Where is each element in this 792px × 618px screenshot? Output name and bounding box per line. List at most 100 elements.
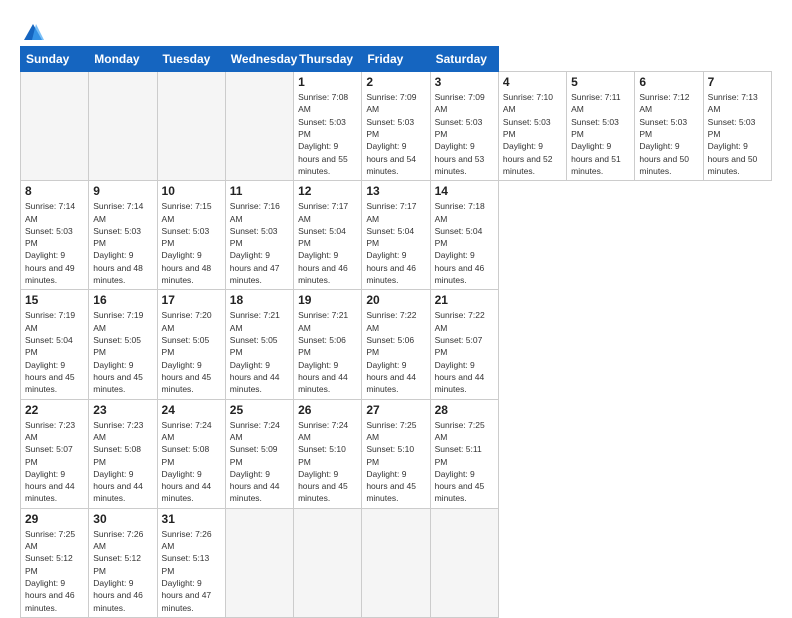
calendar-day-16: 16Sunrise: 7:19 AMSunset: 5:05 PMDayligh… bbox=[89, 290, 157, 399]
calendar-day-25: 25 Sunrise: 7:24 AMSunset: 5:09 PMDayligh… bbox=[225, 399, 293, 508]
calendar-day-empty bbox=[89, 72, 157, 181]
day-number: 19 bbox=[298, 293, 357, 307]
day-number: 22 bbox=[25, 403, 84, 417]
calendar-header-sunday: Sunday bbox=[21, 47, 89, 72]
calendar-day-13: 13 Sunrise: 7:17 AMSunset: 5:04 PMDayligh… bbox=[362, 181, 430, 290]
day-number: 20 bbox=[366, 293, 425, 307]
day-info: Sunrise: 7:25 AMSunset: 5:12 PMDaylight:… bbox=[25, 528, 84, 614]
calendar-header-monday: Monday bbox=[89, 47, 157, 72]
day-number: 23 bbox=[93, 403, 152, 417]
calendar-day-27: 27 Sunrise: 7:25 AMSunset: 5:10 PMDayligh… bbox=[362, 399, 430, 508]
calendar-day-23: 23 Sunrise: 7:23 AMSunset: 5:08 PMDayligh… bbox=[89, 399, 157, 508]
calendar-day-empty bbox=[430, 508, 498, 617]
day-number: 1 bbox=[298, 75, 357, 89]
day-number: 12 bbox=[298, 184, 357, 198]
day-number: 16 bbox=[93, 293, 152, 307]
day-number: 29 bbox=[25, 512, 84, 526]
calendar-day-empty bbox=[225, 72, 293, 181]
day-number: 24 bbox=[162, 403, 221, 417]
day-number: 26 bbox=[298, 403, 357, 417]
day-number: 2 bbox=[366, 75, 425, 89]
calendar-day-6: 6 Sunrise: 7:12 AMSunset: 5:03 PMDaylight… bbox=[635, 72, 703, 181]
calendar-day-empty bbox=[362, 508, 430, 617]
calendar-day-17: 17 Sunrise: 7:20 AMSunset: 5:05 PMDayligh… bbox=[157, 290, 225, 399]
day-number: 7 bbox=[708, 75, 767, 89]
day-number: 14 bbox=[435, 184, 494, 198]
day-number: 18 bbox=[230, 293, 289, 307]
day-info: Sunrise: 7:10 AMSunset: 5:03 PMDaylight:… bbox=[503, 91, 562, 177]
calendar-header-wednesday: Wednesday bbox=[225, 47, 293, 72]
day-number: 25 bbox=[230, 403, 289, 417]
calendar-header-friday: Friday bbox=[362, 47, 430, 72]
calendar-header-saturday: Saturday bbox=[430, 47, 498, 72]
day-number: 13 bbox=[366, 184, 425, 198]
page: SundayMondayTuesdayWednesdayThursdayFrid… bbox=[0, 0, 792, 612]
day-info: Sunrise: 7:23 AMSunset: 5:08 PMDaylight:… bbox=[93, 419, 152, 505]
calendar-day-29: 29 Sunrise: 7:25 AMSunset: 5:12 PMDayligh… bbox=[21, 508, 89, 617]
calendar-header-thursday: Thursday bbox=[294, 47, 362, 72]
day-number: 31 bbox=[162, 512, 221, 526]
day-info: Sunrise: 7:18 AMSunset: 5:04 PMDaylight:… bbox=[435, 200, 494, 286]
calendar-day-7: 7 Sunrise: 7:13 AMSunset: 5:03 PMDaylight… bbox=[703, 72, 771, 181]
day-number: 28 bbox=[435, 403, 494, 417]
day-info: Sunrise: 7:24 AMSunset: 5:09 PMDaylight:… bbox=[230, 419, 289, 505]
calendar-header-row: SundayMondayTuesdayWednesdayThursdayFrid… bbox=[21, 47, 772, 72]
day-info: Sunrise: 7:14 AMSunset: 5:03 PMDaylight:… bbox=[25, 200, 84, 286]
day-info: Sunrise: 7:25 AMSunset: 5:10 PMDaylight:… bbox=[366, 419, 425, 505]
day-info: Sunrise: 7:24 AMSunset: 5:08 PMDaylight:… bbox=[162, 419, 221, 505]
calendar-day-3: 3Sunrise: 7:09 AMSunset: 5:03 PMDaylight… bbox=[430, 72, 498, 181]
day-info: Sunrise: 7:20 AMSunset: 5:05 PMDaylight:… bbox=[162, 309, 221, 395]
calendar-day-22: 22 Sunrise: 7:23 AMSunset: 5:07 PMDayligh… bbox=[21, 399, 89, 508]
day-info: Sunrise: 7:12 AMSunset: 5:03 PMDaylight:… bbox=[639, 91, 698, 177]
calendar-day-12: 12 Sunrise: 7:17 AMSunset: 5:04 PMDayligh… bbox=[294, 181, 362, 290]
calendar-day-21: 21 Sunrise: 7:22 AMSunset: 5:07 PMDayligh… bbox=[430, 290, 498, 399]
day-number: 8 bbox=[25, 184, 84, 198]
day-info: Sunrise: 7:21 AMSunset: 5:06 PMDaylight:… bbox=[298, 309, 357, 395]
day-number: 9 bbox=[93, 184, 152, 198]
day-number: 6 bbox=[639, 75, 698, 89]
day-number: 30 bbox=[93, 512, 152, 526]
day-info: Sunrise: 7:11 AMSunset: 5:03 PMDaylight:… bbox=[571, 91, 630, 177]
day-info: Sunrise: 7:17 AMSunset: 5:04 PMDaylight:… bbox=[298, 200, 357, 286]
day-info: Sunrise: 7:13 AMSunset: 5:03 PMDaylight:… bbox=[708, 91, 767, 177]
calendar-day-9: 9 Sunrise: 7:14 AMSunset: 5:03 PMDaylight… bbox=[89, 181, 157, 290]
day-info: Sunrise: 7:22 AMSunset: 5:07 PMDaylight:… bbox=[435, 309, 494, 395]
calendar-day-8: 8 Sunrise: 7:14 AMSunset: 5:03 PMDaylight… bbox=[21, 181, 89, 290]
calendar-day-empty bbox=[21, 72, 89, 181]
day-number: 17 bbox=[162, 293, 221, 307]
calendar-day-14: 14 Sunrise: 7:18 AMSunset: 5:04 PMDayligh… bbox=[430, 181, 498, 290]
calendar-day-24: 24 Sunrise: 7:24 AMSunset: 5:08 PMDayligh… bbox=[157, 399, 225, 508]
calendar: SundayMondayTuesdayWednesdayThursdayFrid… bbox=[20, 46, 772, 618]
header bbox=[20, 18, 772, 44]
calendar-day-19: 19 Sunrise: 7:21 AMSunset: 5:06 PMDayligh… bbox=[294, 290, 362, 399]
day-number: 3 bbox=[435, 75, 494, 89]
calendar-day-20: 20 Sunrise: 7:22 AMSunset: 5:06 PMDayligh… bbox=[362, 290, 430, 399]
day-info: Sunrise: 7:09 AMSunset: 5:03 PMDaylight:… bbox=[366, 91, 425, 177]
logo-icon bbox=[22, 22, 44, 44]
logo bbox=[20, 22, 44, 44]
calendar-day-15: 15Sunrise: 7:19 AMSunset: 5:04 PMDayligh… bbox=[21, 290, 89, 399]
day-number: 15 bbox=[25, 293, 84, 307]
calendar-day-empty bbox=[225, 508, 293, 617]
day-number: 27 bbox=[366, 403, 425, 417]
day-info: Sunrise: 7:23 AMSunset: 5:07 PMDaylight:… bbox=[25, 419, 84, 505]
day-number: 4 bbox=[503, 75, 562, 89]
calendar-day-10: 10Sunrise: 7:15 AMSunset: 5:03 PMDayligh… bbox=[157, 181, 225, 290]
calendar-body: 1Sunrise: 7:08 AMSunset: 5:03 PMDaylight… bbox=[21, 72, 772, 618]
calendar-day-30: 30 Sunrise: 7:26 AMSunset: 5:12 PMDayligh… bbox=[89, 508, 157, 617]
calendar-day-1: 1Sunrise: 7:08 AMSunset: 5:03 PMDaylight… bbox=[294, 72, 362, 181]
day-info: Sunrise: 7:24 AMSunset: 5:10 PMDaylight:… bbox=[298, 419, 357, 505]
day-info: Sunrise: 7:14 AMSunset: 5:03 PMDaylight:… bbox=[93, 200, 152, 286]
day-info: Sunrise: 7:26 AMSunset: 5:12 PMDaylight:… bbox=[93, 528, 152, 614]
day-info: Sunrise: 7:17 AMSunset: 5:04 PMDaylight:… bbox=[366, 200, 425, 286]
day-info: Sunrise: 7:22 AMSunset: 5:06 PMDaylight:… bbox=[366, 309, 425, 395]
day-info: Sunrise: 7:25 AMSunset: 5:11 PMDaylight:… bbox=[435, 419, 494, 505]
calendar-day-5: 5Sunrise: 7:11 AMSunset: 5:03 PMDaylight… bbox=[567, 72, 635, 181]
calendar-day-4: 4 Sunrise: 7:10 AMSunset: 5:03 PMDaylight… bbox=[498, 72, 566, 181]
calendar-week-3: 15Sunrise: 7:19 AMSunset: 5:04 PMDayligh… bbox=[21, 290, 772, 399]
day-info: Sunrise: 7:15 AMSunset: 5:03 PMDaylight:… bbox=[162, 200, 221, 286]
calendar-day-31: 31 Sunrise: 7:26 AMSunset: 5:13 PMDayligh… bbox=[157, 508, 225, 617]
day-info: Sunrise: 7:26 AMSunset: 5:13 PMDaylight:… bbox=[162, 528, 221, 614]
calendar-week-4: 22 Sunrise: 7:23 AMSunset: 5:07 PMDayligh… bbox=[21, 399, 772, 508]
day-number: 21 bbox=[435, 293, 494, 307]
